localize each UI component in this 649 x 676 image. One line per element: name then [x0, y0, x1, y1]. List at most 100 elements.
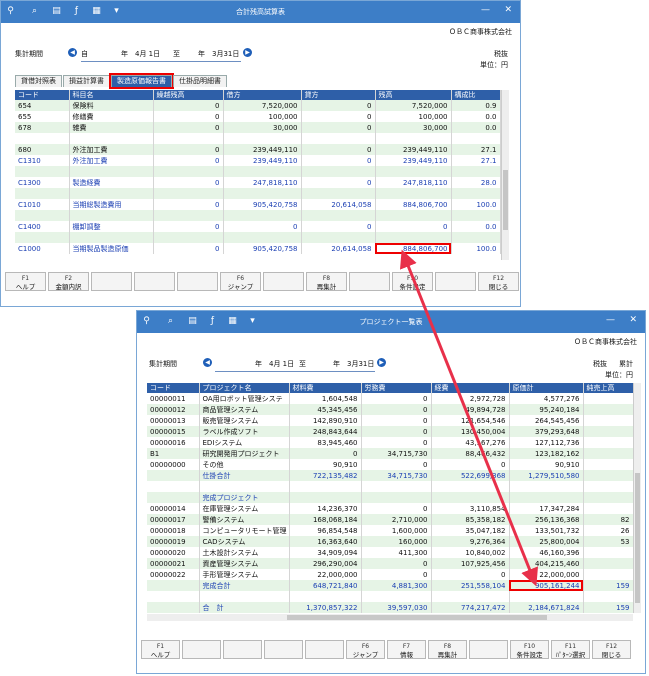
table-row[interactable]: 00000016 EDIシステム 83,945,460 0 43,167,276 127,… — [147, 437, 634, 448]
table-row[interactable]: 完成プロジェクト — [147, 492, 634, 503]
table-row[interactable]: 00000019 CADシステム 16,363,640 160,000 9,276,36… — [147, 536, 634, 547]
table-cell: 00000011 — [147, 393, 200, 404]
function-key-6[interactable]: F6 ジャンプ — [346, 640, 385, 659]
function-key-11[interactable]: F11 ﾊﾟﾀｰﾝ選択 — [551, 640, 590, 659]
table-row[interactable]: 00000015 ラベル作成ソフト 248,843,644 0 130,450,004 3… — [147, 426, 634, 437]
function-key-9[interactable] — [469, 640, 508, 659]
column-header[interactable]: 構成比 — [451, 90, 501, 100]
column-header[interactable]: 労務費 — [361, 383, 432, 393]
table-row[interactable]: 00000021 資産管理システム 296,290,004 0 107,925,456 4… — [147, 558, 634, 569]
function-key-12[interactable]: F12 閉じる — [478, 272, 519, 291]
table-row[interactable] — [15, 188, 501, 199]
function-key-10[interactable]: F10 条件設定 — [392, 272, 433, 291]
tab-manufacturing-cost[interactable]: 製造原価報告書 — [109, 73, 174, 89]
column-header[interactable]: 残高 — [375, 90, 452, 100]
function-key-7[interactable] — [263, 272, 304, 291]
table-row[interactable] — [15, 232, 501, 243]
table-row[interactable]: C1000 当期製品製造原価 0 905,420,758 20,614,058 884,8… — [15, 243, 501, 254]
minimize-icon[interactable]: — — [481, 5, 490, 15]
table-row[interactable]: 完成合計 648,721,840 4,881,300 251,558,104 905,1… — [147, 580, 634, 591]
table-row[interactable]: C1400 棚卸調整 0 0 0 0 0.0 — [15, 221, 501, 232]
hscroll-thumb[interactable] — [287, 615, 547, 620]
table-row[interactable]: 00000011 OA用ロボット管理システ 1,604,548 0 2,972,728 4… — [147, 393, 634, 404]
column-header[interactable]: コード — [147, 383, 200, 393]
table-row[interactable]: 655 修繕費 0 100,000 0 100,000 0.0 — [15, 111, 501, 122]
function-key-6[interactable]: F6 ジャンプ — [220, 272, 261, 291]
function-key-4[interactable] — [264, 640, 303, 659]
column-header[interactable]: 科目名 — [69, 90, 154, 100]
next-period-icon[interactable]: ▶ — [243, 48, 252, 57]
table-row[interactable]: B1 研究開発用プロジェクト 0 34,715,730 88,466,432 123,18… — [147, 448, 634, 459]
function-key-label: 再集計 — [437, 651, 458, 659]
column-header[interactable]: 純売上高 — [583, 383, 634, 393]
table-row[interactable]: 00000022 手形管理システム 22,000,000 0 0 22,000,000 — [147, 569, 634, 580]
horizontal-scrollbar[interactable] — [147, 614, 633, 621]
column-header[interactable]: 繰越残高 — [153, 90, 224, 100]
table-row[interactable]: 00000012 商品管理システム 45,345,456 0 49,894,728 95,… — [147, 404, 634, 415]
table-row[interactable] — [15, 166, 501, 177]
table-row[interactable]: C1300 製造経費 0 247,818,110 0 247,818,110 28.0 — [15, 177, 501, 188]
table-row[interactable]: 00000018 コンピュータリモート管理 96,854,548 1,600,000 3… — [147, 525, 634, 536]
period-from-date[interactable]: 年 4月 1日 — [121, 49, 160, 59]
function-key-5[interactable] — [177, 272, 218, 291]
table-cell — [147, 492, 200, 503]
table-row[interactable]: C1010 当期総製造費用 0 905,420,758 20,614,058 884,80… — [15, 199, 501, 210]
function-key-11[interactable] — [435, 272, 476, 291]
table-row[interactable]: 00000000 その他 90,910 0 0 90,910 — [147, 459, 634, 470]
table-row[interactable]: 00000020 土木設計システム 34,909,094 411,300 10,840,… — [147, 547, 634, 558]
function-key-9[interactable] — [349, 272, 390, 291]
table-row[interactable] — [15, 210, 501, 221]
close-icon[interactable]: ✕ — [629, 315, 637, 325]
period-to-date[interactable]: 年 3月31日 — [333, 359, 374, 369]
function-key-7[interactable]: F7 情報 — [387, 640, 426, 659]
function-key-1[interactable]: F1 ヘルプ — [5, 272, 46, 291]
vertical-scrollbar[interactable] — [633, 383, 641, 613]
next-period-icon[interactable]: ▶ — [377, 358, 386, 367]
table-cell — [147, 602, 200, 613]
function-key-10[interactable]: F10 条件設定 — [510, 640, 549, 659]
tab-wip-detail[interactable]: 仕掛品明細書 — [173, 75, 227, 87]
column-header[interactable]: 原価計 — [509, 383, 584, 393]
column-header[interactable]: 貸方 — [301, 90, 376, 100]
tab-balance-sheet[interactable]: 貸借対照表 — [15, 75, 62, 87]
prev-period-icon[interactable]: ◀ — [203, 358, 212, 367]
prev-period-icon[interactable]: ◀ — [68, 48, 77, 57]
table-cell: 0 — [431, 459, 510, 470]
function-key-3[interactable] — [91, 272, 132, 291]
function-key-12[interactable]: F12 閉じる — [592, 640, 631, 659]
table-row[interactable] — [147, 481, 634, 492]
table-row[interactable]: 合 計 1,370,857,322 39,597,030 774,217,472 2,1… — [147, 602, 634, 613]
scroll-thumb[interactable] — [635, 473, 640, 603]
table-row[interactable]: 680 外注加工費 0 239,449,110 0 239,449,110 27.1 — [15, 144, 501, 155]
period-to-date[interactable]: 年 3月31日 — [198, 49, 239, 59]
table-row[interactable]: C1310 外注加工費 0 239,449,110 0 239,449,110 27.1 — [15, 155, 501, 166]
table-row[interactable] — [15, 133, 501, 144]
tab-income-statement[interactable]: 損益計算書 — [63, 75, 110, 87]
function-key-8[interactable]: F8 再集計 — [428, 640, 467, 659]
column-header[interactable]: 材料費 — [289, 383, 362, 393]
column-header[interactable]: 経費 — [431, 383, 510, 393]
minimize-icon[interactable]: — — [606, 315, 615, 325]
close-icon[interactable]: ✕ — [504, 5, 512, 15]
table-row[interactable]: 00000017 警備システム 168,068,184 2,710,000 85,358… — [147, 514, 634, 525]
column-header[interactable]: コード — [15, 90, 70, 100]
period-from-date[interactable]: 年 4月 1日 — [255, 359, 294, 369]
function-key-5[interactable] — [305, 640, 344, 659]
function-key-4[interactable] — [134, 272, 175, 291]
table-row[interactable]: 678 雑費 0 30,000 0 30,000 0.0 — [15, 122, 501, 133]
table-cell: 3,110,854 — [431, 503, 510, 514]
table-row[interactable]: 00000013 販売管理システム 142,890,910 0 121,654,546 2… — [147, 415, 634, 426]
column-header[interactable]: 借方 — [223, 90, 302, 100]
table-row[interactable]: 仕掛合計 722,135,482 34,715,730 522,699,368 1,27… — [147, 470, 634, 481]
function-key-1[interactable]: F1 ヘルプ — [141, 640, 180, 659]
vertical-scrollbar[interactable] — [501, 90, 509, 260]
function-key-8[interactable]: F8 再集計 — [306, 272, 347, 291]
function-key-3[interactable] — [223, 640, 262, 659]
function-key-2[interactable] — [182, 640, 221, 659]
function-key-2[interactable]: F2 金額内訳 — [48, 272, 89, 291]
table-row[interactable]: 00000014 在庫管理システム 14,236,370 0 3,110,854 17,3… — [147, 503, 634, 514]
table-row[interactable]: 654 保険料 0 7,520,000 0 7,520,000 0.9 — [15, 100, 501, 111]
table-row[interactable] — [147, 591, 634, 602]
scroll-thumb[interactable] — [503, 170, 508, 230]
column-header[interactable]: プロジェクト名 — [199, 383, 290, 393]
